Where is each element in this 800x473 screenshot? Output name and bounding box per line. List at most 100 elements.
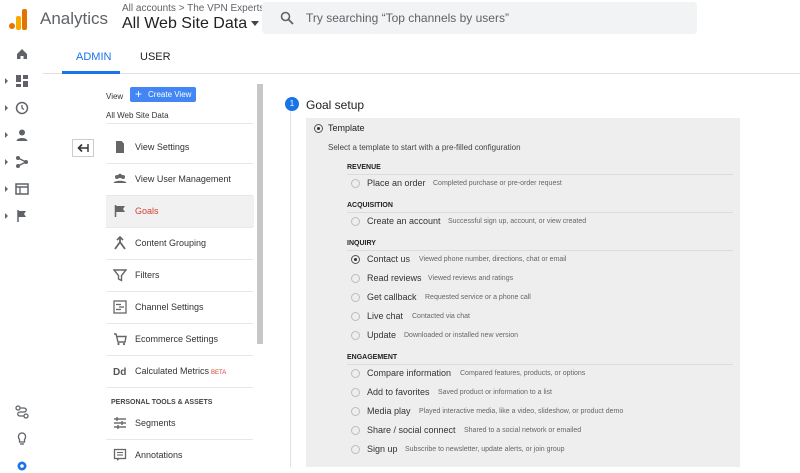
goal-live-chat[interactable]: Live chat — [367, 311, 403, 321]
dd-icon: Dd — [113, 367, 126, 378]
menu-ecommerce-settings[interactable]: Ecommerce Settings — [106, 324, 254, 355]
category-revenue: REVENUE — [347, 164, 381, 171]
menu-filters[interactable]: Filters — [106, 260, 254, 291]
acquisition-icon[interactable] — [15, 155, 29, 169]
goal-radio[interactable] — [351, 312, 360, 321]
person-icon[interactable] — [15, 128, 29, 142]
goal-radio[interactable] — [351, 179, 360, 188]
goal-description: Successful sign up, account, or view cre… — [448, 218, 587, 225]
segments-icon — [114, 417, 126, 429]
menu-label: Annotations — [135, 450, 183, 460]
menu-content-grouping[interactable]: Content Grouping — [106, 228, 254, 259]
template-radio[interactable] — [314, 124, 323, 133]
goal-radio[interactable] — [351, 388, 360, 397]
clock-icon[interactable] — [15, 101, 29, 115]
route-icon[interactable] — [15, 405, 29, 419]
window-icon[interactable] — [15, 182, 29, 196]
menu-label: Calculated Metrics BETA — [135, 366, 226, 376]
goal-update[interactable]: Update — [367, 330, 396, 340]
property-selector[interactable]: All Web Site Data — [122, 15, 260, 33]
goal-create-account[interactable]: Create an account — [367, 216, 441, 226]
goal-description: Subscribe to newsletter, update alerts, … — [405, 446, 565, 453]
goal-description: Downloaded or installed new version — [404, 332, 519, 339]
goal-share-social-connect[interactable]: Share / social connect — [367, 425, 456, 435]
calculated-metrics-label: Calculated Metrics — [135, 366, 210, 376]
goal-radio[interactable] — [351, 331, 360, 340]
goal-radio[interactable] — [351, 293, 360, 302]
template-label: Template — [328, 123, 365, 133]
goal-read-reviews[interactable]: Read reviews — [367, 273, 422, 283]
step-title: Goal setup — [306, 98, 365, 112]
goal-radio[interactable] — [351, 426, 360, 435]
menu-label: Ecommerce Settings — [135, 334, 219, 344]
menu-calculated-metrics[interactable]: Dd Calculated Metrics BETA — [106, 356, 254, 387]
step-number: 1 — [285, 97, 299, 111]
view-column: View + Create View All Web Site Data View… — [60, 74, 264, 467]
menu-annotations[interactable]: Annotations — [106, 440, 254, 471]
goal-description: Completed purchase or pre-order request — [433, 180, 562, 187]
breadcrumb[interactable]: All accounts > The VPN Experts — [122, 3, 264, 14]
goal-description: Viewed phone number, directions, chat or… — [419, 256, 567, 263]
expand-arrow-icon[interactable] — [5, 105, 8, 111]
expand-arrow-icon[interactable] — [5, 186, 8, 192]
goal-radio[interactable] — [351, 445, 360, 454]
divider — [106, 123, 253, 124]
category-engagement: ENGAGEMENT — [347, 354, 398, 361]
expand-arrow-icon[interactable] — [5, 159, 8, 165]
tab-admin[interactable]: ADMIN — [76, 51, 111, 63]
filter-icon — [113, 269, 127, 282]
admin-tabs: ADMIN USER — [43, 40, 800, 74]
view-label: View — [106, 92, 124, 101]
goal-description: Saved product or information to a list — [438, 389, 553, 396]
expand-arrow-icon[interactable] — [5, 78, 8, 84]
goal-description: Requested service or a phone call — [425, 294, 531, 301]
goal-radio[interactable] — [351, 407, 360, 416]
goal-place-order[interactable]: Place an order — [367, 178, 426, 188]
app-name: Analytics — [40, 9, 109, 28]
menu-segments[interactable]: Segments — [106, 408, 254, 439]
people-icon — [113, 173, 127, 183]
menu-label: Content Grouping — [135, 238, 207, 248]
create-view-button[interactable]: + Create View — [130, 87, 196, 102]
menu-label: View Settings — [135, 142, 190, 152]
step-line — [290, 111, 291, 467]
expand-arrow-icon[interactable] — [5, 132, 8, 138]
goal-add-to-favorites[interactable]: Add to favorites — [367, 387, 430, 397]
document-icon — [116, 141, 124, 153]
annotation-icon — [113, 448, 127, 461]
cart-icon — [114, 333, 127, 346]
menu-view-user-management[interactable]: View User Management — [106, 164, 254, 195]
view-name[interactable]: All Web Site Data — [106, 111, 169, 120]
goal-radio[interactable] — [351, 274, 360, 283]
goal-description: Viewed reviews and ratings — [428, 275, 514, 282]
flag-icon[interactable] — [15, 209, 29, 223]
goal-radio[interactable] — [351, 255, 360, 264]
goal-contact-us[interactable]: Contact us — [367, 254, 410, 264]
analytics-logo-icon[interactable] — [9, 8, 29, 30]
goal-radio[interactable] — [351, 369, 360, 378]
divider — [347, 250, 733, 251]
goal-sign-up[interactable]: Sign up — [367, 444, 398, 454]
goal-radio[interactable] — [351, 217, 360, 226]
create-view-label: Create View — [148, 90, 192, 99]
plus-icon: + — [135, 87, 143, 101]
goal-request-callback[interactable]: Get callback — [367, 292, 417, 302]
menu-channel-settings[interactable]: Channel Settings — [106, 292, 254, 323]
goal-compare-information[interactable]: Compare information — [367, 368, 451, 378]
expand-arrow-icon[interactable] — [5, 213, 8, 219]
menu-goals[interactable]: Goals — [106, 196, 254, 227]
goal-media-play[interactable]: Media play — [367, 406, 411, 416]
dashboard-icon[interactable] — [15, 74, 29, 88]
menu-view-settings[interactable]: View Settings — [106, 132, 254, 163]
gear-icon[interactable] — [15, 459, 29, 473]
property-name: All Web Site Data — [122, 15, 248, 32]
scrollbar[interactable] — [257, 84, 263, 344]
collapse-button[interactable] — [72, 139, 94, 157]
lightbulb-icon[interactable] — [15, 432, 29, 446]
channel-icon — [113, 300, 127, 314]
template-panel: Template Select a template to start with… — [306, 118, 740, 467]
search-bar[interactable]: Try searching “Top channels by users” — [262, 2, 697, 34]
tab-user[interactable]: USER — [140, 51, 171, 63]
search-placeholder: Try searching “Top channels by users” — [306, 11, 509, 25]
home-icon[interactable] — [15, 47, 29, 61]
